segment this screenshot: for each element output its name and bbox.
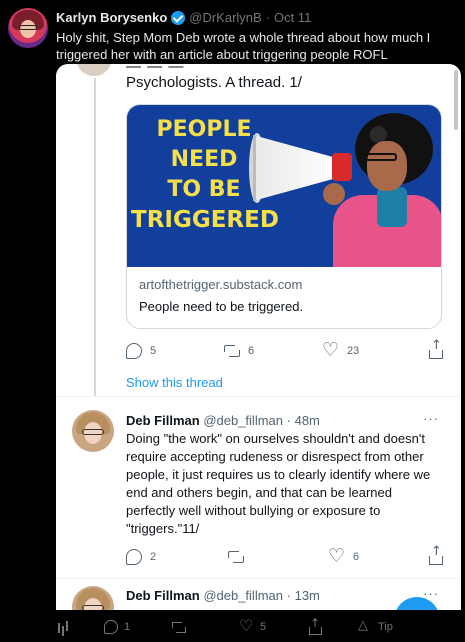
reply-icon	[126, 549, 142, 565]
like-count: 5	[260, 621, 267, 633]
third-tweet-header: Deb Fillman @deb_fillman · 13m	[126, 588, 320, 603]
reply-count: 2	[150, 551, 157, 563]
embedded-screenshot[interactable]: — — — Psychologists. A thread. 1/ PEOPLE…	[56, 64, 461, 610]
tweet-time[interactable]: 48m	[295, 413, 320, 428]
person-glasses	[365, 153, 397, 161]
separator-dot: ·	[286, 413, 291, 428]
deb-fillman-avatar[interactable]	[72, 586, 114, 610]
scrollbar[interactable]	[454, 70, 458, 130]
person-hand	[323, 183, 345, 205]
avatar-glasses	[82, 605, 104, 610]
retweet-button[interactable]	[228, 549, 244, 565]
person-scarf	[377, 187, 407, 227]
tweet-time[interactable]: 13m	[295, 588, 320, 603]
outer-tweet-header: Karlyn Borysenko @DrKarlynB · Oct 11	[56, 10, 311, 25]
like-button[interactable]: 23	[322, 339, 360, 361]
like-button[interactable]: 5	[239, 616, 267, 635]
retweet-icon	[172, 620, 186, 634]
share-icon	[428, 338, 444, 359]
like-icon	[328, 545, 345, 567]
outer-tweet-actions: 1 5 Tip	[56, 612, 461, 642]
outer-author-avatar[interactable]	[8, 8, 48, 48]
reply-count: 5	[150, 345, 157, 357]
separator-dot: ·	[265, 10, 271, 25]
reply-icon	[104, 620, 118, 634]
retweet-icon	[228, 549, 244, 565]
share-icon	[428, 544, 444, 565]
second-tweet-actions: 2 6	[126, 544, 446, 569]
share-button[interactable]	[308, 616, 322, 635]
cut-off-avatar	[74, 64, 114, 78]
tweet-divider	[56, 396, 461, 397]
verified-badge-icon	[171, 10, 186, 25]
person-face	[367, 141, 407, 191]
share-button[interactable]	[428, 544, 444, 565]
like-icon	[239, 616, 254, 635]
outer-tweet-text: Holy shit, Step Mom Deb wrote a whole th…	[56, 30, 431, 62]
outer-author-name[interactable]: Karlyn Borysenko	[56, 10, 167, 25]
like-count: 23	[347, 345, 360, 357]
retweet-icon	[224, 343, 240, 359]
tip-icon	[358, 618, 372, 634]
tip-label: Tip	[378, 621, 393, 633]
outer-tweet-date[interactable]: Oct 11	[274, 10, 311, 25]
link-card-domain: artofthetrigger.substack.com	[139, 277, 303, 292]
stats-icon	[56, 620, 70, 634]
second-tweet-text: Doing "the work" on ourselves shouldn't …	[126, 431, 431, 536]
link-card[interactable]: PEOPLE NEED TO BE TRIGGERED artofthetrig…	[126, 104, 442, 329]
tweet-divider	[56, 578, 461, 579]
outer-author-handle[interactable]: @DrKarlynB	[189, 10, 261, 25]
retweet-button[interactable]: 6	[224, 343, 254, 359]
first-tweet-text-end: Psychologists. A thread. 1/	[126, 74, 302, 91]
headline-line-1: PEOPLE	[156, 117, 252, 142]
avatar-glasses	[82, 429, 104, 435]
avatar-glasses	[19, 25, 37, 30]
link-card-title: People need to be triggered.	[139, 299, 304, 314]
reply-button[interactable]: 1	[104, 620, 130, 634]
deb-fillman-avatar[interactable]	[72, 410, 114, 452]
megaphone-handle	[332, 153, 352, 181]
tweet-author-name[interactable]: Deb Fillman	[126, 413, 200, 428]
reply-button[interactable]: 2	[126, 549, 156, 565]
reply-button[interactable]: 5	[126, 343, 156, 359]
retweet-button[interactable]	[172, 620, 186, 634]
more-icon[interactable]: ···	[423, 411, 439, 426]
thread-line	[94, 64, 96, 396]
link-card-image: PEOPLE NEED TO BE TRIGGERED	[127, 105, 441, 267]
tweet-author-handle[interactable]: @deb_fillman	[203, 413, 283, 428]
share-icon	[308, 616, 322, 635]
like-button[interactable]: 6	[328, 545, 360, 567]
like-icon	[322, 339, 339, 361]
tip-button[interactable]: Tip	[358, 618, 393, 634]
first-tweet-actions: 5 6 23	[126, 338, 446, 363]
second-tweet-header: Deb Fillman @deb_fillman · 48m	[126, 413, 320, 428]
reply-icon	[126, 343, 142, 359]
headline-line-4: TRIGGERED	[131, 207, 279, 233]
tweet-author-name[interactable]: Deb Fillman	[126, 588, 200, 603]
tweet-author-handle[interactable]: @deb_fillman	[203, 588, 283, 603]
share-button[interactable]	[428, 338, 444, 359]
retweet-count: 6	[248, 345, 255, 357]
separator-dot: ·	[286, 588, 291, 603]
show-this-thread-link[interactable]: Show this thread	[126, 375, 223, 390]
reply-count: 1	[124, 621, 131, 633]
stats-button[interactable]	[56, 620, 70, 634]
like-count: 6	[353, 551, 360, 563]
